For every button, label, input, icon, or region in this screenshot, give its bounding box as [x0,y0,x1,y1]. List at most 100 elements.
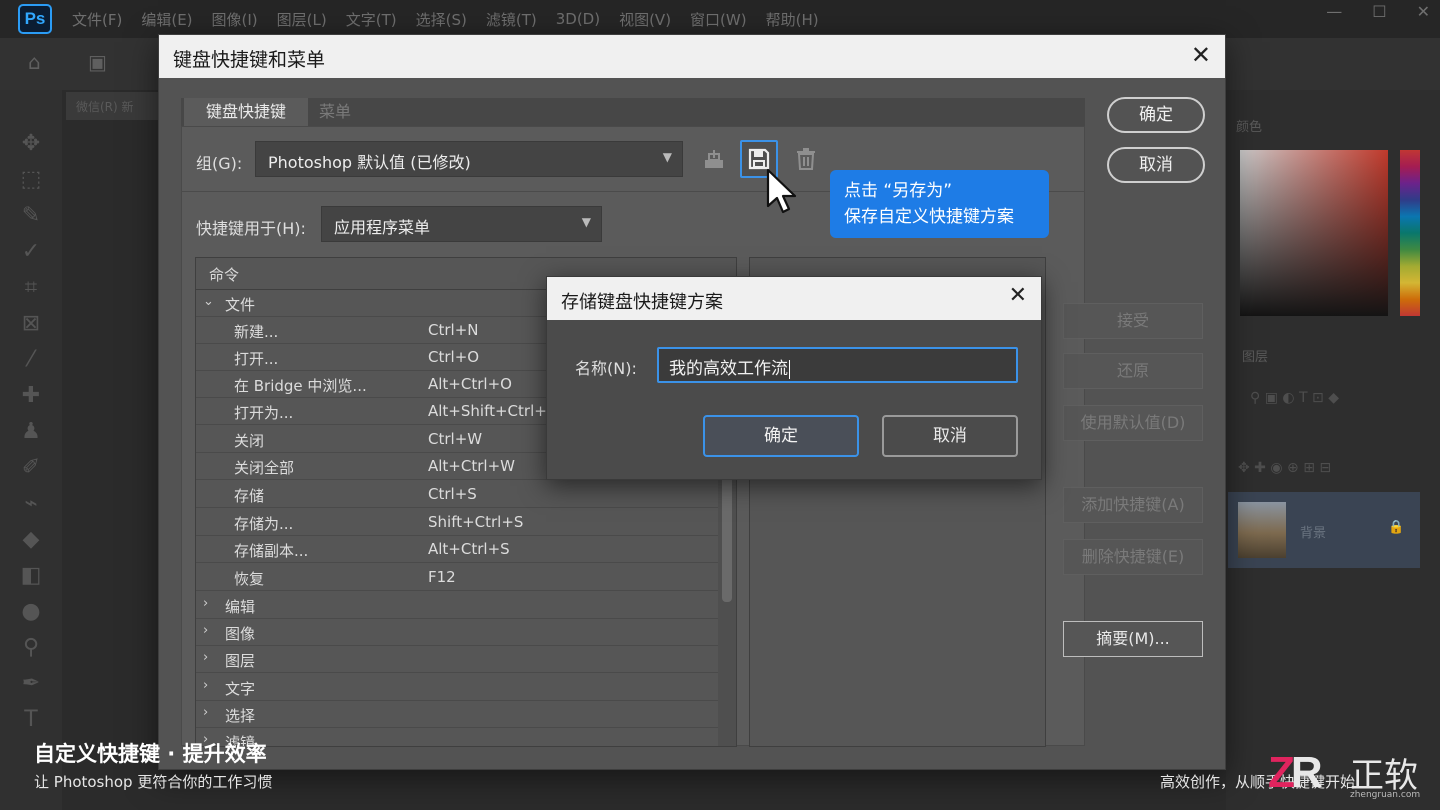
menu-edit[interactable]: 编辑(E) [141,9,192,30]
shortcut-key[interactable]: Ctrl+N [428,321,478,339]
layer-filter-icons[interactable]: ⚲ ▣ ◐ T ⊡ ◆ [1250,390,1339,406]
dodge-tool-icon[interactable]: ⚲ [16,634,46,662]
close-icon[interactable]: ✕ [1009,283,1027,308]
category-label: 文件 [225,296,256,314]
tab-menus[interactable]: 菜单 [309,98,361,126]
window-controls: — ☐ ✕ [1326,2,1430,21]
summary-button[interactable]: 摘要(M)... [1063,621,1203,657]
tab-keyboard-shortcuts[interactable]: 键盘快捷键 [184,98,308,126]
brush-tool-icon[interactable]: ✐ [16,454,46,482]
chevron-right-icon[interactable]: › [203,623,208,638]
category-row-type[interactable]: › 文字 [196,674,718,701]
chevron-right-icon[interactable]: › [203,650,208,665]
shortcut-key[interactable]: F12 [428,568,456,586]
crop-tool-icon[interactable]: ⌗ [16,274,46,302]
category-row-image[interactable]: › 图像 [196,619,718,646]
command-row[interactable]: 恢复 F12 [196,564,718,591]
menu-window[interactable]: 窗口(W) [690,9,747,30]
lasso-tool-icon[interactable]: ✎ [16,202,46,230]
maximize-icon[interactable]: ☐ [1372,2,1386,21]
sub-dialog-titlebar: 存储键盘快捷键方案 ✕ [547,277,1041,320]
shortcut-key[interactable]: Ctrl+S [428,485,477,503]
chevron-right-icon[interactable]: › [203,596,208,611]
chevron-right-icon[interactable]: › [203,705,208,720]
lock-icon: 🔒 [1388,520,1405,535]
chevron-right-icon[interactable]: › [203,678,208,693]
new-set-icon[interactable] [695,141,733,179]
color-panel-tab[interactable]: 颜色 [1236,116,1262,135]
add-shortcut-button[interactable]: 添加快捷键(A) [1063,487,1203,523]
stamp-tool-icon[interactable]: ♟ [16,418,46,446]
menu-help[interactable]: 帮助(H) [766,9,819,30]
group-select-value: Photoshop 默认值 (已修改) [268,153,471,172]
undo-button[interactable]: 还原 [1063,353,1203,389]
photoshop-logo: Ps [18,4,52,34]
menu-filter[interactable]: 滤镜(T) [486,9,537,30]
marquee-tool-icon[interactable]: ⬚ [16,166,46,194]
category-row-layer[interactable]: › 图层 [196,646,718,673]
category-row-select[interactable]: › 选择 [196,701,718,728]
minimize-icon[interactable]: — [1326,2,1342,21]
sub-dialog-title: 存储键盘快捷键方案 [561,292,723,313]
gradient-tool-icon[interactable]: ◧ [16,562,46,590]
command-row[interactable]: 存储为... Shift+Ctrl+S [196,509,718,536]
close-icon[interactable]: ✕ [1191,41,1211,69]
name-input[interactable]: 我的高效工作流 [657,347,1018,383]
save-ok-button[interactable]: 确定 [703,415,859,457]
cancel-button[interactable]: 取消 [1107,147,1205,183]
shortcut-key[interactable]: Alt+Ctrl+O [428,375,512,393]
menu-layer[interactable]: 图层(L) [277,9,327,30]
command-name: 存储副本... [234,542,309,560]
shortcut-key[interactable]: Alt+Shift+Ctrl+O [428,402,559,420]
dialog-title: 键盘快捷键和菜单 [173,49,326,71]
shortcut-key[interactable]: Alt+Ctrl+S [428,540,510,558]
eyedropper-tool-icon[interactable]: ⁄ [16,346,46,374]
close-window-icon[interactable]: ✕ [1417,2,1430,21]
accept-button[interactable]: 接受 [1063,303,1203,339]
use-default-button[interactable]: 使用默认值(D) [1063,405,1203,441]
command-name: 打开... [234,350,279,368]
ok-button[interactable]: 确定 [1107,97,1205,133]
chevron-down-icon[interactable]: ⌄ [203,294,214,309]
delete-shortcut-button[interactable]: 删除快捷键(E) [1063,539,1203,575]
command-row[interactable]: 存储 Ctrl+S [196,481,718,508]
healing-tool-icon[interactable]: ✚ [16,382,46,410]
eraser-tool-icon[interactable]: ◆ [16,526,46,554]
shortcuts-for-label: 快捷键用于(H): [196,219,306,238]
chevron-down-icon: ▼ [662,150,672,164]
layer-lock-icons[interactable]: ✥ ✚ ◉ ⊕ ⊞ ⊟ [1238,460,1331,476]
shortcut-key[interactable]: Ctrl+W [428,430,482,448]
frame-tool-icon[interactable]: ⊠ [16,310,46,338]
history-brush-icon[interactable]: ⌁ [16,490,46,518]
shortcut-key[interactable]: Alt+Ctrl+W [428,457,515,475]
type-tool-icon[interactable]: T [16,706,46,734]
category-row-edit[interactable]: › 编辑 [196,592,718,619]
category-label: 编辑 [225,598,256,616]
menu-image[interactable]: 图像(I) [212,9,258,30]
layer-thumbnail [1238,502,1286,558]
shortcut-key[interactable]: Ctrl+O [428,348,479,366]
shortcut-key[interactable]: Shift+Ctrl+S [428,513,523,531]
pen-tool-icon[interactable]: ✒ [16,670,46,698]
quick-select-tool-icon[interactable]: ✓ [16,238,46,266]
menu-view[interactable]: 视图(V) [619,9,671,30]
category-row-filter[interactable]: › 滤镜 [196,728,718,746]
menu-type[interactable]: 文字(T) [346,9,397,30]
home-icon[interactable]: ⌂ [28,50,41,74]
command-row[interactable]: 存储副本... Alt+Ctrl+S [196,536,718,563]
layers-panel-tab[interactable]: 图层 [1242,346,1268,365]
blur-tool-icon[interactable]: ● [16,598,46,626]
hue-slider[interactable] [1400,150,1420,316]
save-cancel-button[interactable]: 取消 [882,415,1018,457]
menu-3d[interactable]: 3D(D) [556,10,600,28]
move-tool-icon[interactable]: ✥ [16,130,46,158]
color-picker-field[interactable] [1240,150,1388,316]
shortcuts-for-select[interactable]: 应用程序菜单 ▼ [321,206,602,242]
dialog-titlebar: 键盘快捷键和菜单 ✕ [159,35,1225,78]
menu-file[interactable]: 文件(F) [72,9,122,30]
menu-select[interactable]: 选择(S) [416,9,467,30]
tool-preset-icon[interactable]: ▣ [88,50,107,74]
chevron-down-icon: ▼ [581,215,591,229]
group-select[interactable]: Photoshop 默认值 (已修改) ▼ [255,141,683,177]
document-tab[interactable]: 微信(R) 新 [66,92,162,120]
